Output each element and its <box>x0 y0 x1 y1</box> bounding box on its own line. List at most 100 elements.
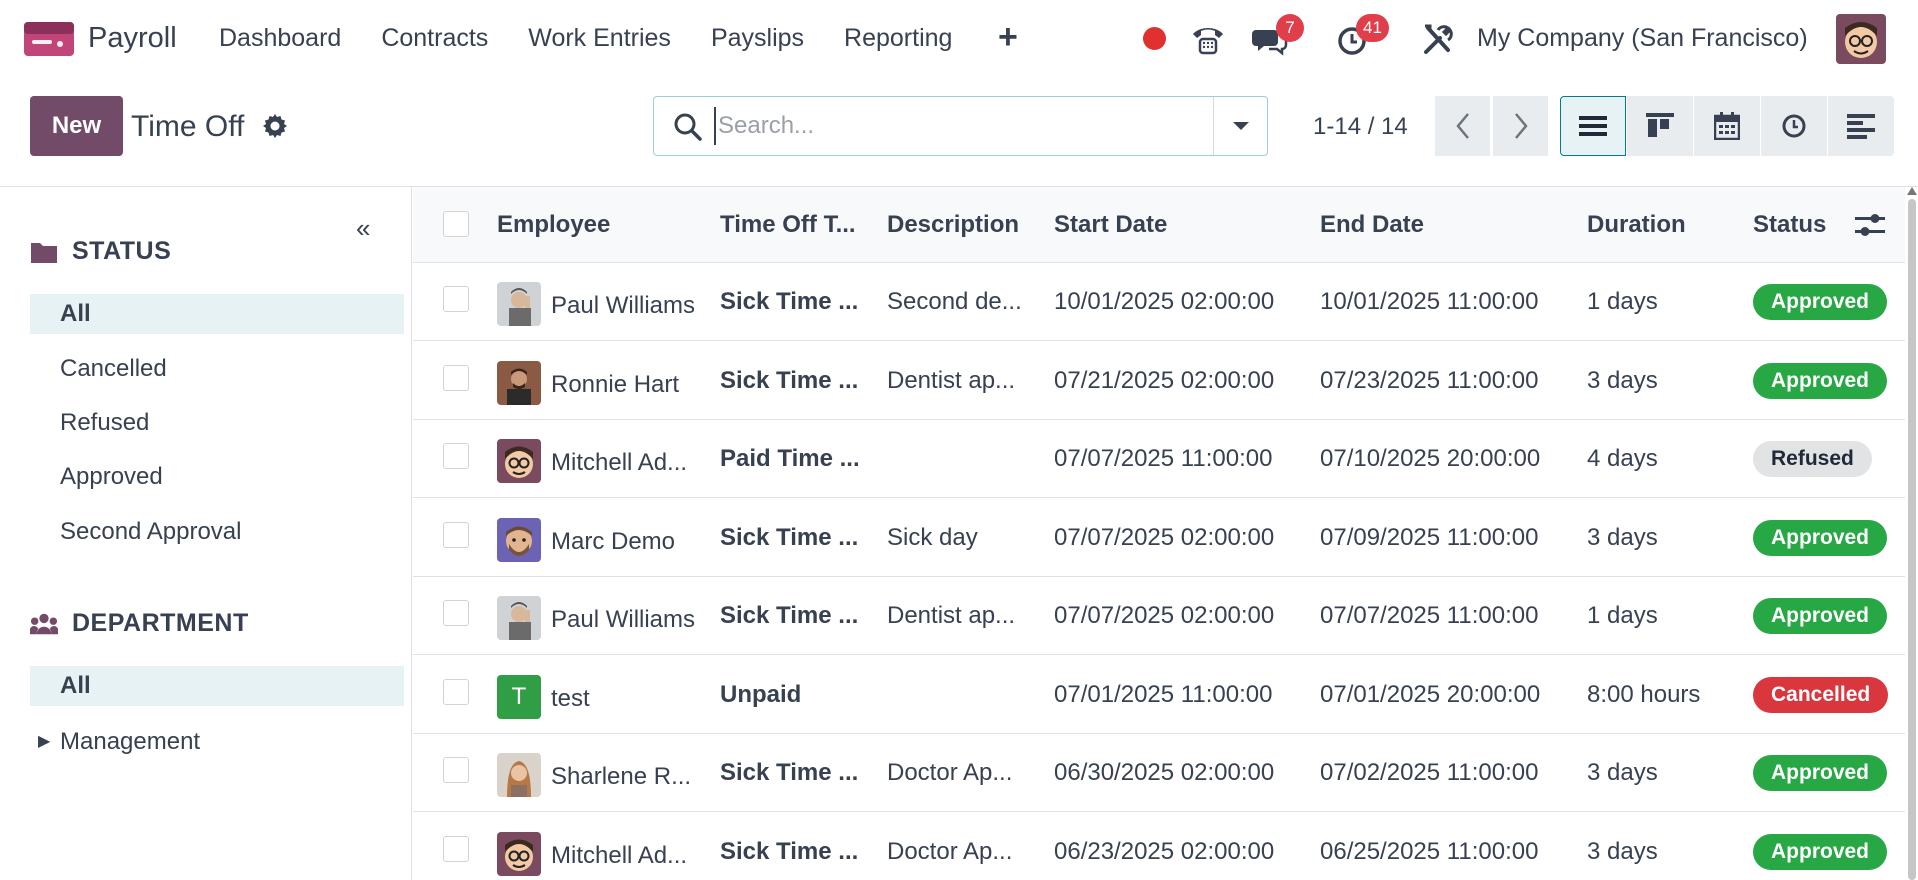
column-start-date[interactable]: Start Date <box>1054 211 1167 239</box>
menu-dashboard[interactable]: Dashboard <box>219 24 341 53</box>
cell-duration: 3 days <box>1587 523 1658 551</box>
cell-employee: test <box>551 684 590 712</box>
page-title: Time Off <box>131 110 245 143</box>
column-employee[interactable]: Employee <box>497 211 610 239</box>
status-badge: Approved <box>1753 284 1888 320</box>
new-button[interactable]: New <box>30 96 123 156</box>
menu-payslips[interactable]: Payslips <box>711 24 804 53</box>
table-row[interactable]: Sharlene R... Sick Time ... Doctor Ap...… <box>413 735 1905 812</box>
cell-start-date: 07/07/2025 02:00:00 <box>1054 523 1275 551</box>
scroll-up-icon[interactable] <box>1907 187 1917 195</box>
menu-contracts[interactable]: Contracts <box>381 24 488 53</box>
table-row[interactable]: Mitchell Ad... Paid Time ... 07/07/2025 … <box>413 421 1905 498</box>
cell-description: Doctor Ap... <box>887 837 1013 865</box>
cell-description: Second de... <box>887 288 1022 315</box>
column-end-date[interactable]: End Date <box>1320 211 1424 239</box>
caret-right-icon[interactable]: ▶ <box>38 722 50 762</box>
activities-count-badge: 41 <box>1356 14 1389 42</box>
column-time-off-type[interactable]: Time Off T... <box>720 211 856 239</box>
column-duration[interactable]: Duration <box>1587 211 1686 239</box>
pager-value[interactable]: 1-14 / 14 <box>1313 113 1408 141</box>
employee-avatar <box>497 360 541 405</box>
phone-icon[interactable] <box>1190 22 1226 58</box>
search-input[interactable] <box>714 107 1194 145</box>
activity-view-button[interactable] <box>1761 96 1827 156</box>
kanban-view-button[interactable] <box>1627 96 1693 156</box>
row-checkbox[interactable] <box>443 364 469 391</box>
row-checkbox[interactable] <box>443 835 469 862</box>
cell-employee: Paul Williams <box>551 606 696 633</box>
gear-icon[interactable] <box>262 113 288 139</box>
app-name[interactable]: Payroll <box>88 22 177 55</box>
employee-avatar <box>497 439 541 483</box>
messages-count-badge: 7 <box>1276 14 1304 42</box>
recording-indicator-icon[interactable] <box>1143 27 1166 50</box>
row-checkbox[interactable] <box>443 443 469 469</box>
status-badge: Cancelled <box>1753 676 1889 713</box>
pager-previous-button[interactable] <box>1435 96 1490 156</box>
cell-employee: Paul Williams <box>551 292 696 319</box>
table-row[interactable]: Ronnie Hart Sick Time ... Dentist ap... … <box>413 343 1905 420</box>
table-row[interactable]: T test Unpaid 07/01/2025 11:00:00 07/01/… <box>413 657 1905 734</box>
column-settings-icon[interactable] <box>1853 209 1887 241</box>
chevron-left-icon <box>1455 113 1469 139</box>
search-bar <box>653 96 1268 156</box>
cell-employee: Mitchell Ad... <box>551 449 688 476</box>
search-options-toggle[interactable] <box>1213 97 1267 155</box>
table-row[interactable]: Paul Williams Sick Time ... Second de...… <box>413 264 1905 341</box>
calendar-view-button[interactable] <box>1694 96 1760 156</box>
table-row[interactable]: Marc Demo Sick Time ... Sick day 07/07/2… <box>413 500 1905 577</box>
menu-reporting[interactable]: Reporting <box>844 24 952 53</box>
debug-tools-icon[interactable] <box>1420 22 1456 58</box>
status-filter-all[interactable]: All <box>30 294 404 334</box>
company-switcher[interactable]: My Company (San Francisco) <box>1477 24 1808 53</box>
list-scrollbar[interactable] <box>1905 187 1918 880</box>
status-filter-approved[interactable]: Approved <box>30 457 404 497</box>
scroll-thumb[interactable] <box>1908 199 1916 880</box>
user-avatar[interactable] <box>1836 14 1886 64</box>
status-badge: Approved <box>1753 519 1888 556</box>
cell-duration: 3 days <box>1587 837 1658 865</box>
select-all-checkbox[interactable] <box>443 211 469 237</box>
cell-end-date: 07/07/2025 11:00:00 <box>1320 602 1539 629</box>
gantt-view-button[interactable] <box>1828 96 1894 156</box>
department-filter-management[interactable]: ▶ Management <box>30 722 404 762</box>
department-section-title: DEPARTMENT <box>72 609 249 637</box>
cell-end-date: 07/02/2025 11:00:00 <box>1320 759 1539 786</box>
row-checkbox[interactable] <box>443 286 469 312</box>
cell-description: Dentist ap... <box>887 602 1016 629</box>
cell-description: Doctor Ap... <box>887 759 1013 786</box>
status-badge: Approved <box>1753 833 1888 870</box>
pager-next-button[interactable] <box>1493 96 1548 156</box>
cell-start-date: 07/01/2025 11:00:00 <box>1054 680 1273 708</box>
row-checkbox[interactable] <box>443 521 469 548</box>
status-badge: Approved <box>1753 755 1888 791</box>
payroll-app-icon[interactable] <box>24 20 74 58</box>
cell-time-off-type: Sick Time ... <box>720 366 859 394</box>
list-view-button[interactable] <box>1560 96 1626 156</box>
row-checkbox[interactable] <box>443 757 469 783</box>
cell-duration: 1 days <box>1587 602 1658 629</box>
status-badge: Refused <box>1753 441 1872 477</box>
row-checkbox[interactable] <box>443 678 469 705</box>
collapse-sidebar-button[interactable]: « <box>356 213 370 244</box>
status-badge: Approved <box>1753 362 1888 399</box>
cell-duration: 8:00 hours <box>1587 680 1701 708</box>
department-filter-all[interactable]: All <box>30 666 404 706</box>
calendar-icon <box>1714 112 1740 140</box>
status-filter-cancelled[interactable]: Cancelled <box>30 349 404 389</box>
table-row[interactable]: Paul Williams Sick Time ... Dentist ap..… <box>413 578 1905 655</box>
status-badge: Approved <box>1753 598 1888 634</box>
add-menu-icon[interactable]: + <box>998 18 1018 57</box>
users-icon <box>30 613 58 634</box>
row-checkbox[interactable] <box>443 600 469 626</box>
search-panel-sidebar: « STATUS All Cancelled Refused Approved … <box>0 187 412 880</box>
column-status[interactable]: Status <box>1753 211 1826 239</box>
menu-work-entries[interactable]: Work Entries <box>528 24 671 53</box>
status-filter-second-approval[interactable]: Second Approval <box>30 512 404 552</box>
status-filter-refused[interactable]: Refused <box>30 403 404 443</box>
cell-time-off-type: Sick Time ... <box>720 759 859 786</box>
caret-down-icon <box>1232 122 1249 130</box>
table-row[interactable]: Mitchell Ad... Sick Time ... Doctor Ap..… <box>413 814 1905 880</box>
column-description[interactable]: Description <box>887 211 1019 239</box>
